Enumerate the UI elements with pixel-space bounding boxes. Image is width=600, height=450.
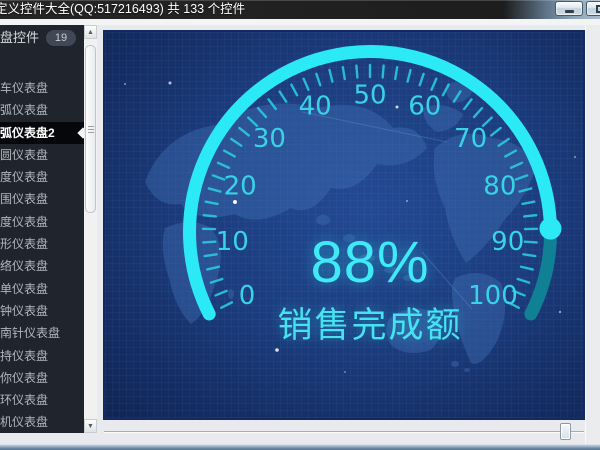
selected-marker-icon [77,127,84,138]
gauge-title-text: 销售完成额 [105,297,585,348]
svg-text:60: 60 [408,92,441,122]
titlebar: 定义控件大全(QQ:517216493) 共 133 个控件 [0,0,600,19]
sidebar-scrollbar[interactable]: ▲ ▼ [84,25,97,433]
scrollbar-grip-icon [88,129,94,130]
scrollbar-thumb[interactable] [85,45,96,213]
sidebar-item[interactable]: 南针仪表盘 [0,322,84,344]
sidebar-item[interactable]: 弧仪表盘2 [0,122,84,144]
scroll-up-button[interactable]: ▲ [84,25,97,39]
svg-text:50: 50 [353,80,386,110]
sidebar-item[interactable]: 络仪表盘 [0,255,84,277]
sidebar-header-label: 盘控件 [0,30,39,45]
sidebar-item[interactable]: 弧仪表盘 [0,99,84,121]
svg-text:80: 80 [483,172,516,202]
sidebar-item[interactable]: 圆仪表盘 [0,144,84,166]
sidebar-item[interactable]: 钟仪表盘 [0,300,84,322]
sidebar-item[interactable]: 持仪表盘 [0,345,84,367]
scroll-down-button[interactable]: ▼ [84,419,97,433]
window-bottom-border [0,444,600,450]
maximize-button[interactable] [586,1,600,16]
caption-buttons [555,1,600,16]
minimize-button[interactable] [555,1,583,16]
sidebar-item[interactable]: 度仪表盘 [0,211,84,233]
sidebar-item[interactable]: 形仪表盘 [0,233,84,255]
sidebar-item-list: 车仪表盘弧仪表盘弧仪表盘2圆仪表盘度仪表盘围仪表盘度仪表盘形仪表盘络仪表盘单仪表… [0,77,84,433]
sidebar-item[interactable]: 度仪表盘 [0,166,84,188]
window-title: 定义控件大全(QQ:517216493) 共 133 个控件 [0,0,245,19]
sidebar-count-badge: 19 [46,30,76,46]
gauge-value-text: 88% [105,229,585,296]
sidebar-item[interactable]: 环仪表盘 [0,389,84,411]
right-frame-strip [585,25,600,444]
gauge-panel: 0102030405060708090100 88% 销售完成额 [103,30,585,420]
sidebar-header: 盘控件 19 [0,25,84,51]
sidebar-item[interactable]: 车仪表盘 [0,77,84,99]
sidebar-item[interactable]: 机仪表盘 [0,411,84,433]
svg-text:70: 70 [454,124,487,154]
sidebar-item[interactable]: 单仪表盘 [0,278,84,300]
minimize-icon [565,10,574,13]
value-slider-track[interactable] [104,431,584,432]
app-window: 定义控件大全(QQ:517216493) 共 133 个控件 盘控件 19 车仪… [0,0,600,450]
svg-text:30: 30 [253,124,286,154]
svg-text:40: 40 [299,92,332,122]
sidebar-item[interactable]: 你仪表盘 [0,367,84,389]
svg-text:20: 20 [224,172,257,202]
sidebar-item[interactable]: 围仪表盘 [0,188,84,210]
sidebar: 盘控件 19 车仪表盘弧仪表盘弧仪表盘2圆仪表盘度仪表盘围仪表盘度仪表盘形仪表盘… [0,25,84,433]
value-slider-thumb[interactable] [560,423,571,440]
gauge-dial: 0102030405060708090100 [105,32,583,418]
maximize-icon [596,5,600,13]
